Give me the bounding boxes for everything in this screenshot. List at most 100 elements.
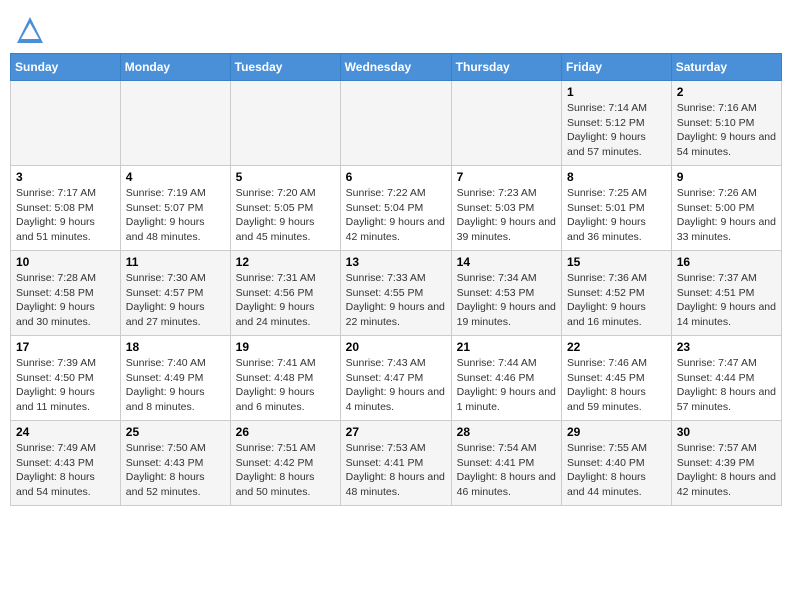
calendar-cell: 30 Sunrise: 7:57 AM Sunset: 4:39 PM Dayli… bbox=[671, 421, 781, 506]
calendar-cell bbox=[11, 81, 121, 166]
day-number: 14 bbox=[457, 255, 556, 269]
day-number: 25 bbox=[126, 425, 225, 439]
calendar-week-row: 1 Sunrise: 7:14 AM Sunset: 5:12 PM Daylig… bbox=[11, 81, 782, 166]
calendar-cell: 4 Sunrise: 7:19 AM Sunset: 5:07 PM Daylig… bbox=[120, 166, 230, 251]
day-number: 16 bbox=[677, 255, 776, 269]
day-number: 21 bbox=[457, 340, 556, 354]
day-number: 15 bbox=[567, 255, 666, 269]
calendar-cell: 5 Sunrise: 7:20 AM Sunset: 5:05 PM Daylig… bbox=[230, 166, 340, 251]
day-number: 29 bbox=[567, 425, 666, 439]
weekday-header: Thursday bbox=[451, 54, 561, 81]
calendar-header-row: SundayMondayTuesdayWednesdayThursdayFrid… bbox=[11, 54, 782, 81]
day-info: Sunrise: 7:55 AM Sunset: 4:40 PM Dayligh… bbox=[567, 441, 666, 500]
day-info: Sunrise: 7:34 AM Sunset: 4:53 PM Dayligh… bbox=[457, 271, 556, 330]
day-number: 24 bbox=[16, 425, 115, 439]
day-number: 27 bbox=[346, 425, 446, 439]
day-number: 7 bbox=[457, 170, 556, 184]
day-info: Sunrise: 7:46 AM Sunset: 4:45 PM Dayligh… bbox=[567, 356, 666, 415]
calendar-cell: 11 Sunrise: 7:30 AM Sunset: 4:57 PM Dayli… bbox=[120, 251, 230, 336]
day-info: Sunrise: 7:28 AM Sunset: 4:58 PM Dayligh… bbox=[16, 271, 115, 330]
day-number: 12 bbox=[236, 255, 335, 269]
calendar-cell: 28Sunrise: 7:54 AM Sunset: 4:41 PM Dayli… bbox=[451, 421, 561, 506]
weekday-header: Tuesday bbox=[230, 54, 340, 81]
calendar-cell: 6 Sunrise: 7:22 AM Sunset: 5:04 PM Daylig… bbox=[340, 166, 451, 251]
calendar-cell: 24 Sunrise: 7:49 AM Sunset: 4:43 PM Dayli… bbox=[11, 421, 121, 506]
calendar-week-row: 24 Sunrise: 7:49 AM Sunset: 4:43 PM Dayli… bbox=[11, 421, 782, 506]
calendar-cell: 10 Sunrise: 7:28 AM Sunset: 4:58 PM Dayli… bbox=[11, 251, 121, 336]
day-info: Sunrise: 7:36 AM Sunset: 4:52 PM Dayligh… bbox=[567, 271, 666, 330]
day-number: 20 bbox=[346, 340, 446, 354]
day-number: 10 bbox=[16, 255, 115, 269]
calendar-cell: 15 Sunrise: 7:36 AM Sunset: 4:52 PM Dayli… bbox=[562, 251, 672, 336]
calendar-cell: 29 Sunrise: 7:55 AM Sunset: 4:40 PM Dayli… bbox=[562, 421, 672, 506]
calendar-cell bbox=[340, 81, 451, 166]
calendar-cell: 14 Sunrise: 7:34 AM Sunset: 4:53 PM Dayli… bbox=[451, 251, 561, 336]
calendar-cell: 7 Sunrise: 7:23 AM Sunset: 5:03 PM Daylig… bbox=[451, 166, 561, 251]
day-info: Sunrise: 7:23 AM Sunset: 5:03 PM Dayligh… bbox=[457, 186, 556, 245]
day-info: Sunrise: 7:37 AM Sunset: 4:51 PM Dayligh… bbox=[677, 271, 776, 330]
logo bbox=[15, 15, 47, 45]
day-number: 6 bbox=[346, 170, 446, 184]
day-info: Sunrise: 7:51 AM Sunset: 4:42 PM Dayligh… bbox=[236, 441, 335, 500]
calendar-cell: 8 Sunrise: 7:25 AM Sunset: 5:01 PM Daylig… bbox=[562, 166, 672, 251]
day-info: Sunrise: 7:49 AM Sunset: 4:43 PM Dayligh… bbox=[16, 441, 115, 500]
calendar-cell: 12 Sunrise: 7:31 AM Sunset: 4:56 PM Dayli… bbox=[230, 251, 340, 336]
day-info: Sunrise: 7:44 AM Sunset: 4:46 PM Dayligh… bbox=[457, 356, 556, 415]
calendar-cell: 22Sunrise: 7:46 AM Sunset: 4:45 PM Dayli… bbox=[562, 336, 672, 421]
day-number: 30 bbox=[677, 425, 776, 439]
calendar-cell: 25 Sunrise: 7:50 AM Sunset: 4:43 PM Dayli… bbox=[120, 421, 230, 506]
day-info: Sunrise: 7:41 AM Sunset: 4:48 PM Dayligh… bbox=[236, 356, 335, 415]
day-info: Sunrise: 7:39 AM Sunset: 4:50 PM Dayligh… bbox=[16, 356, 115, 415]
day-info: Sunrise: 7:25 AM Sunset: 5:01 PM Dayligh… bbox=[567, 186, 666, 245]
calendar-cell: 20 Sunrise: 7:43 AM Sunset: 4:47 PM Dayli… bbox=[340, 336, 451, 421]
calendar-table: SundayMondayTuesdayWednesdayThursdayFrid… bbox=[10, 53, 782, 506]
calendar-cell: 16 Sunrise: 7:37 AM Sunset: 4:51 PM Dayli… bbox=[671, 251, 781, 336]
calendar-cell: 27 Sunrise: 7:53 AM Sunset: 4:41 PM Dayli… bbox=[340, 421, 451, 506]
day-info: Sunrise: 7:50 AM Sunset: 4:43 PM Dayligh… bbox=[126, 441, 225, 500]
day-info: Sunrise: 7:17 AM Sunset: 5:08 PM Dayligh… bbox=[16, 186, 115, 245]
calendar-cell: 18Sunrise: 7:40 AM Sunset: 4:49 PM Dayli… bbox=[120, 336, 230, 421]
day-number: 5 bbox=[236, 170, 335, 184]
calendar-cell: 2Sunrise: 7:16 AM Sunset: 5:10 PM Daylig… bbox=[671, 81, 781, 166]
day-info: Sunrise: 7:57 AM Sunset: 4:39 PM Dayligh… bbox=[677, 441, 776, 500]
day-info: Sunrise: 7:30 AM Sunset: 4:57 PM Dayligh… bbox=[126, 271, 225, 330]
logo-icon bbox=[15, 15, 45, 45]
day-number: 4 bbox=[126, 170, 225, 184]
day-number: 23 bbox=[677, 340, 776, 354]
day-number: 9 bbox=[677, 170, 776, 184]
calendar-cell: 3 Sunrise: 7:17 AM Sunset: 5:08 PM Daylig… bbox=[11, 166, 121, 251]
day-number: 1 bbox=[567, 85, 666, 99]
day-number: 3 bbox=[16, 170, 115, 184]
day-info: Sunrise: 7:14 AM Sunset: 5:12 PM Dayligh… bbox=[567, 101, 666, 160]
day-number: 11 bbox=[126, 255, 225, 269]
day-info: Sunrise: 7:40 AM Sunset: 4:49 PM Dayligh… bbox=[126, 356, 225, 415]
calendar-week-row: 3 Sunrise: 7:17 AM Sunset: 5:08 PM Daylig… bbox=[11, 166, 782, 251]
day-info: Sunrise: 7:22 AM Sunset: 5:04 PM Dayligh… bbox=[346, 186, 446, 245]
day-number: 19 bbox=[236, 340, 335, 354]
weekday-header: Friday bbox=[562, 54, 672, 81]
day-info: Sunrise: 7:31 AM Sunset: 4:56 PM Dayligh… bbox=[236, 271, 335, 330]
weekday-header: Saturday bbox=[671, 54, 781, 81]
weekday-header: Monday bbox=[120, 54, 230, 81]
day-info: Sunrise: 7:43 AM Sunset: 4:47 PM Dayligh… bbox=[346, 356, 446, 415]
calendar-cell: 9 Sunrise: 7:26 AM Sunset: 5:00 PM Daylig… bbox=[671, 166, 781, 251]
calendar-cell: 13Sunrise: 7:33 AM Sunset: 4:55 PM Dayli… bbox=[340, 251, 451, 336]
day-info: Sunrise: 7:26 AM Sunset: 5:00 PM Dayligh… bbox=[677, 186, 776, 245]
calendar-cell: 26 Sunrise: 7:51 AM Sunset: 4:42 PM Dayli… bbox=[230, 421, 340, 506]
day-number: 17 bbox=[16, 340, 115, 354]
calendar-week-row: 17 Sunrise: 7:39 AM Sunset: 4:50 PM Dayli… bbox=[11, 336, 782, 421]
calendar-cell: 21 Sunrise: 7:44 AM Sunset: 4:46 PM Dayli… bbox=[451, 336, 561, 421]
calendar-week-row: 10 Sunrise: 7:28 AM Sunset: 4:58 PM Dayli… bbox=[11, 251, 782, 336]
day-info: Sunrise: 7:54 AM Sunset: 4:41 PM Dayligh… bbox=[457, 441, 556, 500]
day-number: 8 bbox=[567, 170, 666, 184]
day-info: Sunrise: 7:19 AM Sunset: 5:07 PM Dayligh… bbox=[126, 186, 225, 245]
calendar-cell bbox=[230, 81, 340, 166]
day-number: 13 bbox=[346, 255, 446, 269]
page-header bbox=[10, 10, 782, 45]
day-number: 26 bbox=[236, 425, 335, 439]
day-info: Sunrise: 7:20 AM Sunset: 5:05 PM Dayligh… bbox=[236, 186, 335, 245]
weekday-header: Sunday bbox=[11, 54, 121, 81]
day-info: Sunrise: 7:53 AM Sunset: 4:41 PM Dayligh… bbox=[346, 441, 446, 500]
calendar-cell: 17 Sunrise: 7:39 AM Sunset: 4:50 PM Dayli… bbox=[11, 336, 121, 421]
calendar-cell: 23Sunrise: 7:47 AM Sunset: 4:44 PM Dayli… bbox=[671, 336, 781, 421]
